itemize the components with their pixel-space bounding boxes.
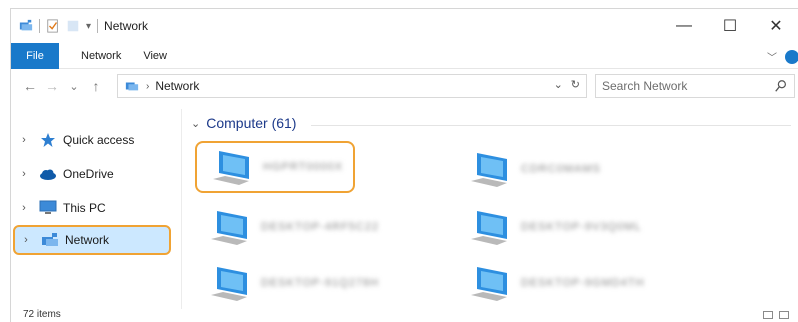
window-title: Network — [104, 19, 149, 33]
monitor-icon — [39, 200, 57, 214]
close-button[interactable]: ✕ — [753, 9, 798, 43]
sidebar-item-quick-access[interactable]: › Quick access — [13, 125, 171, 155]
large-icons-view-icon[interactable] — [779, 311, 789, 319]
computer-name: DESKTOP-9GMD4TH — [521, 277, 645, 289]
address-row: ← → ⌄ ↑ › Network ⌄ ↻ — [11, 71, 798, 101]
properties-icon[interactable] — [46, 19, 60, 33]
computer-icon — [211, 267, 247, 301]
recent-locations-button[interactable]: ⌄ — [63, 80, 85, 93]
forward-button[interactable]: → — [41, 78, 63, 94]
pane-divider[interactable] — [181, 109, 182, 309]
sidebar-item-onedrive[interactable]: › OneDrive — [13, 159, 171, 189]
computer-item[interactable]: DESKTOP-9GMD4TH — [455, 257, 705, 309]
computer-icon — [471, 211, 507, 245]
toolbar-separator — [39, 19, 40, 33]
maximize-button[interactable]: ☐ — [707, 9, 753, 43]
content-pane: ⌄ Computer (61) HGPRT0000X CDRC0MAMS DES… — [183, 109, 798, 309]
ribbon-controls: ﹀ — [767, 49, 798, 64]
breadcrumb-separator[interactable]: › — [146, 81, 149, 92]
item-count: 72 items — [23, 309, 61, 320]
computer-name: CDRC0MAMS — [521, 163, 601, 175]
expand-chevron-icon[interactable]: › — [19, 234, 33, 246]
group-divider — [311, 125, 791, 126]
explorer-window: ▾ Network — ☐ ✕ File Network View ﹀ ← → … — [10, 8, 798, 322]
computer-icon — [471, 153, 507, 187]
status-bar: 72 items — [11, 309, 798, 322]
computer-item[interactable]: DESKTOP-91Q278H — [195, 257, 445, 309]
ribbon-tabs: File Network View ﹀ — [11, 42, 798, 69]
address-bar[interactable]: › Network ⌄ ↻ — [117, 74, 587, 98]
expand-chevron-icon[interactable]: › — [17, 134, 31, 146]
group-label: Computer (61) — [206, 115, 297, 131]
sidebar-item-this-pc[interactable]: › This PC — [13, 193, 171, 223]
tab-view[interactable]: View — [143, 50, 167, 62]
sidebar-item-label: Network — [65, 233, 110, 247]
address-controls: ⌄ ↻ — [554, 78, 580, 91]
title-bar: ▾ Network — ☐ ✕ — [11, 9, 798, 43]
back-button[interactable]: ← — [19, 78, 41, 94]
new-folder-icon[interactable] — [66, 19, 80, 33]
search-box[interactable] — [595, 74, 795, 98]
navigation-pane: › Quick access › OneDrive › This PC › Ne… — [11, 109, 179, 309]
refresh-button[interactable]: ↻ — [571, 78, 580, 91]
customize-toolbar-icon[interactable]: ▾ — [86, 21, 91, 32]
computer-name: HGPRT0000X — [263, 161, 344, 173]
computer-name: DESKTOP-4RF5C22 — [261, 221, 380, 233]
toolbar-separator — [97, 19, 99, 33]
breadcrumb-network[interactable]: Network — [155, 79, 199, 93]
up-button[interactable]: ↑ — [85, 78, 107, 94]
details-view-icon[interactable] — [763, 311, 773, 319]
expand-ribbon-icon[interactable]: ﹀ — [767, 49, 777, 64]
network-icon — [42, 233, 58, 246]
computer-icon — [211, 211, 247, 245]
computer-item[interactable]: DESKTOP-4RF5C22 — [195, 201, 445, 253]
search-input[interactable] — [602, 79, 770, 93]
minimize-button[interactable]: — — [661, 9, 707, 43]
computer-icon — [471, 267, 507, 301]
sidebar-item-label: This PC — [63, 201, 106, 215]
address-dropdown-button[interactable]: ⌄ — [554, 78, 563, 91]
view-toggle — [763, 311, 789, 319]
computer-item[interactable]: CDRC0MAMS — [455, 143, 705, 195]
tab-file[interactable]: File — [11, 42, 59, 69]
quick-access-toolbar: ▾ — [19, 19, 99, 33]
computer-name: DESKTOP-91Q278H — [261, 277, 380, 289]
tab-network[interactable]: Network — [81, 50, 121, 62]
computer-item[interactable]: HGPRT0000X — [195, 141, 355, 193]
sidebar-item-label: Quick access — [63, 133, 135, 147]
group-header-computer[interactable]: ⌄ Computer (61) — [191, 115, 296, 131]
search-icon — [775, 80, 786, 92]
computer-item[interactable]: DESKTOP-9V3Q0ML — [455, 201, 705, 253]
window-controls: — ☐ ✕ — [661, 9, 798, 43]
sidebar-item-label: OneDrive — [63, 167, 114, 181]
expand-chevron-icon[interactable]: › — [17, 168, 31, 180]
computer-icon — [213, 151, 249, 185]
collapse-group-icon[interactable]: ⌄ — [191, 117, 200, 130]
sidebar-item-network[interactable]: › Network — [13, 225, 171, 255]
cloud-icon — [40, 169, 56, 180]
network-icon — [125, 82, 139, 91]
network-folder-icon — [19, 19, 33, 31]
star-icon — [41, 133, 55, 147]
help-icon[interactable] — [785, 49, 798, 64]
computer-name: DESKTOP-9V3Q0ML — [521, 221, 642, 233]
expand-chevron-icon[interactable]: › — [17, 202, 31, 214]
